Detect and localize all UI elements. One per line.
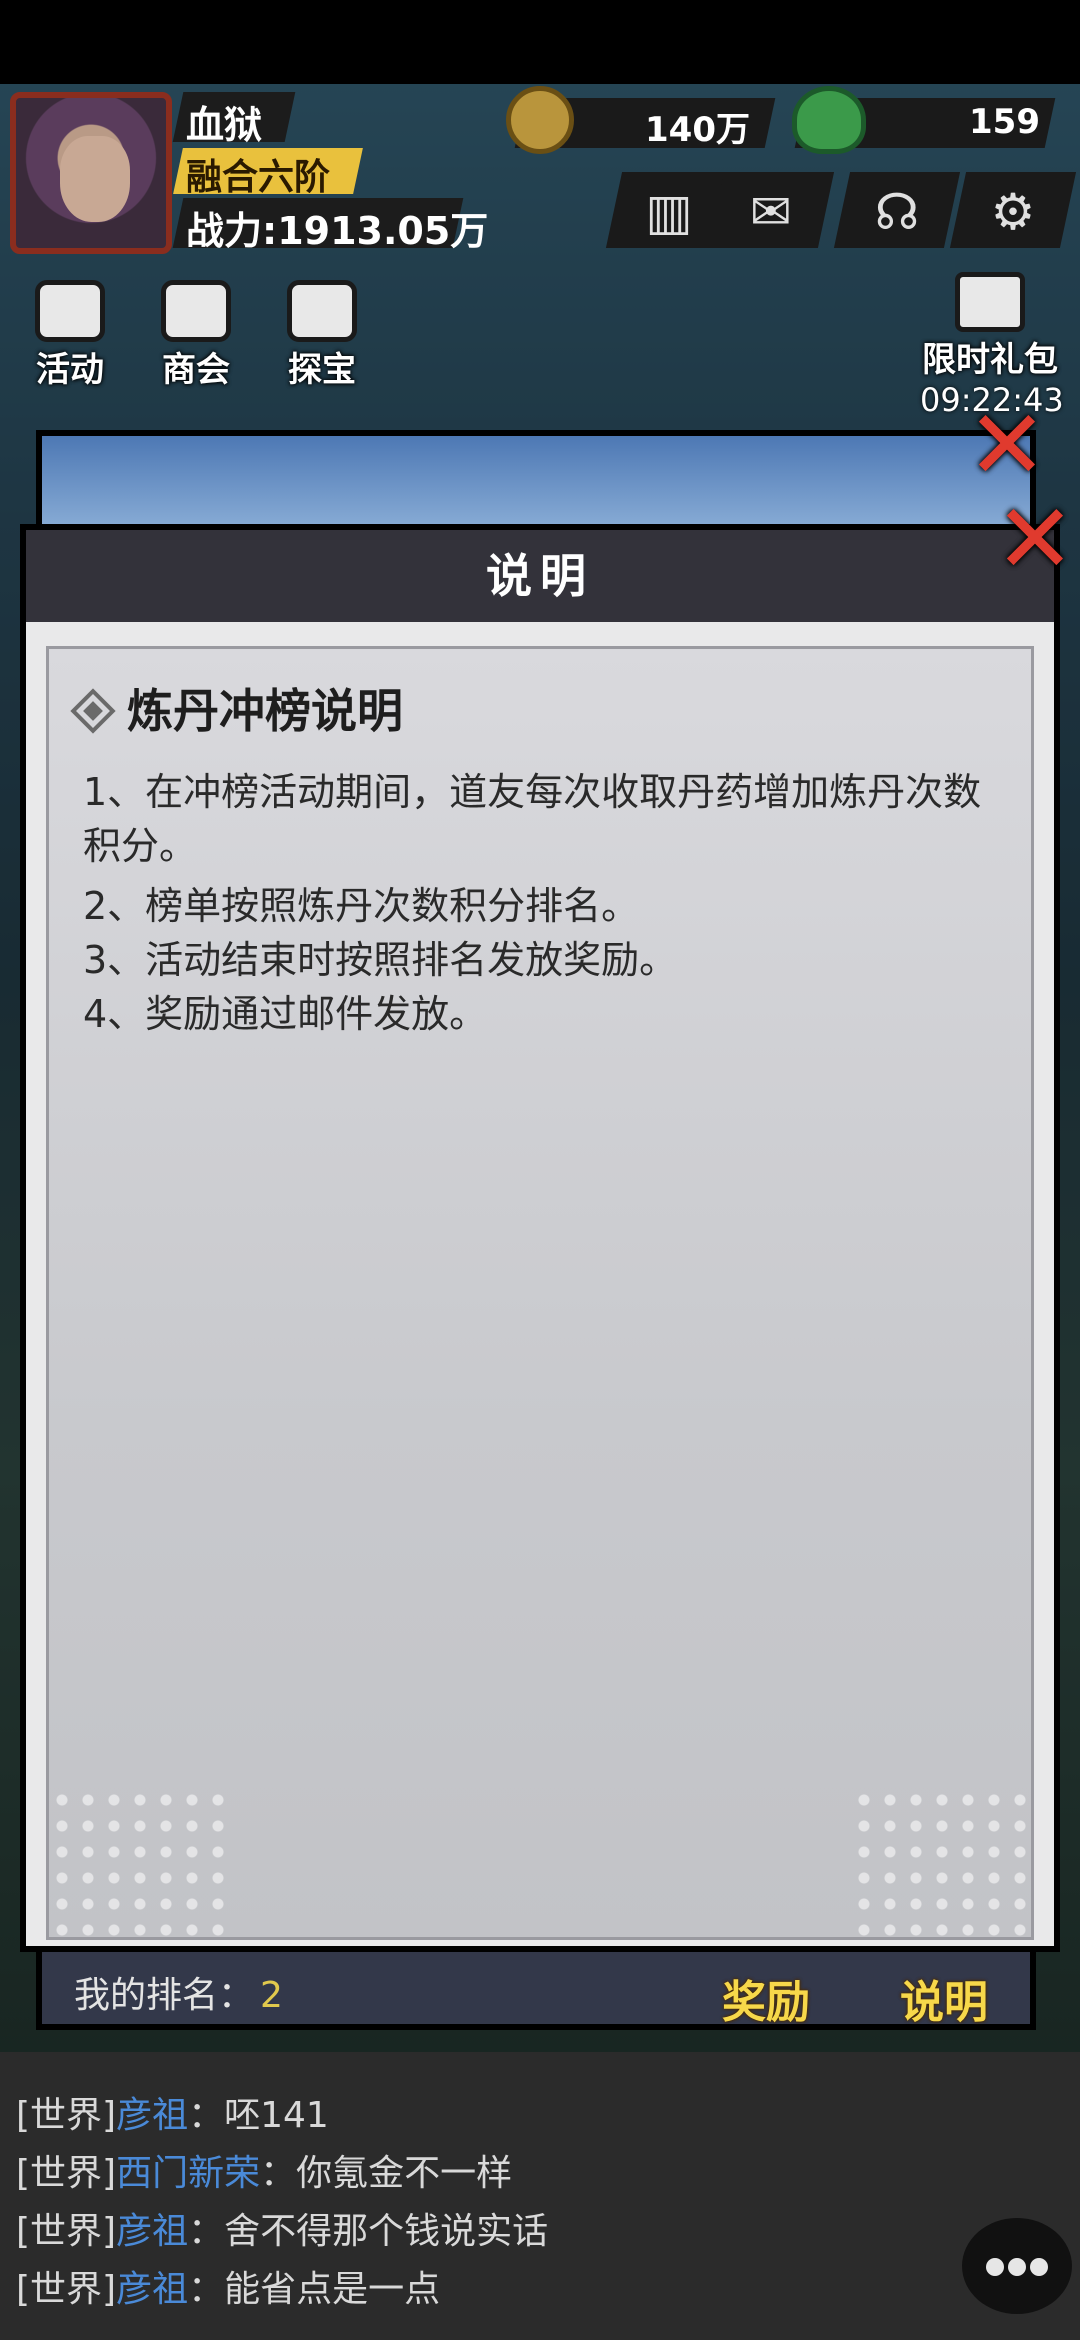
chat-line: [世界]彦祖：能省点是一点 — [16, 2260, 440, 2312]
limited-gift-label: 限时礼包 — [922, 340, 1058, 380]
modal-title: 说明 — [486, 549, 594, 603]
event-treasure[interactable]: 探宝 — [272, 280, 372, 391]
gift-icon — [955, 272, 1025, 332]
world-chat[interactable]: [世界]彦祖：呸141 [世界]西门新荣：你氪金不一样 [世界]彦祖：舍不得那个… — [0, 2052, 1080, 2340]
section-title-text: 炼丹冲榜说明 — [127, 684, 403, 738]
info-modal: 说明 炼丹冲榜说明 1、在冲榜活动期间，道友每次收取丹药增加炼丹次数积分。 2、… — [20, 524, 1060, 1952]
status-bar — [0, 0, 1080, 84]
chat-message: ：舍不得那个钱说实话 — [188, 2211, 549, 2252]
gem-value: 159 — [969, 102, 1040, 142]
balloon-icon — [35, 280, 105, 342]
headset-icon: ☊ — [874, 183, 920, 241]
ranking-banner — [42, 436, 1030, 536]
gear-icon: ⚙ — [990, 183, 1036, 241]
rule-item: 4、奖励通过邮件发放。 — [83, 992, 488, 1036]
modal-body[interactable]: 炼丹冲榜说明 1、在冲榜活动期间，道友每次收取丹药增加炼丹次数积分。 2、榜单按… — [46, 646, 1034, 1940]
lantern-icon — [161, 280, 231, 342]
chat-name[interactable]: 彦祖 — [116, 2269, 188, 2310]
decor-dots — [49, 1787, 229, 1937]
event-activity-label: 活动 — [36, 350, 104, 390]
chat-name[interactable]: 彦祖 — [116, 2211, 188, 2252]
chat-channel: [世界] — [16, 2211, 117, 2252]
ranking-icon: ▥ — [645, 183, 693, 241]
chat-bubble-icon[interactable] — [962, 2218, 1072, 2314]
mail-icon: ✉ — [750, 183, 792, 241]
chat-channel: [世界] — [16, 2269, 117, 2310]
event-guild[interactable]: 商会 — [146, 280, 246, 391]
diamond-icon — [70, 687, 116, 734]
info-button[interactable]: 说明 — [900, 1966, 988, 2030]
event-guild-label: 商会 — [162, 350, 230, 390]
modal-header: 说明 — [26, 530, 1054, 622]
event-treasure-label: 探宝 — [288, 350, 356, 390]
chat-message: ：呸141 — [188, 2095, 329, 2136]
chat-message: ：能省点是一点 — [188, 2269, 441, 2310]
player-rank: 融合六阶 — [186, 157, 331, 198]
chat-channel: [世界] — [16, 2095, 117, 2136]
chat-name[interactable]: 彦祖 — [116, 2095, 188, 2136]
chat-line: [世界]彦祖：呸141 — [16, 2086, 329, 2138]
ranking-close-button[interactable]: ✕ — [962, 397, 1052, 493]
my-rank-label: 我的排名： — [74, 1975, 255, 2016]
event-activity[interactable]: 活动 — [20, 280, 120, 391]
player-power: 战力:1913.05万 — [186, 209, 489, 253]
chat-message: ：你氪金不一样 — [260, 2153, 513, 2194]
chat-line: [世界]彦祖：舍不得那个钱说实话 — [16, 2202, 548, 2254]
player-name: 血狱 — [186, 103, 263, 147]
decor-dots — [851, 1787, 1031, 1937]
chat-name[interactable]: 西门新荣 — [116, 2153, 260, 2194]
chat-line: [世界]西门新荣：你氪金不一样 — [16, 2144, 512, 2196]
chat-channel: [世界] — [16, 2153, 117, 2194]
coin-value: 140万 — [645, 110, 750, 150]
my-rank: 我的排名： 2 — [74, 1966, 283, 2018]
rule-item: 2、榜单按照炼丹次数积分排名。 — [83, 884, 640, 928]
my-rank-value: 2 — [260, 1975, 283, 2016]
rule-item: 3、活动结束时按照排名发放奖励。 — [83, 938, 678, 982]
player-avatar[interactable] — [10, 92, 172, 254]
section-title: 炼丹冲榜说明 — [70, 675, 403, 741]
gem-icon — [792, 86, 866, 154]
gate-icon — [287, 280, 357, 342]
modal-close-button[interactable]: ✕ — [990, 491, 1080, 587]
coin-icon — [506, 86, 574, 154]
rule-item: 1、在冲榜活动期间，道友每次收取丹药增加炼丹次数积分。 — [83, 770, 982, 868]
reward-button[interactable]: 奖励 — [722, 1966, 810, 2030]
